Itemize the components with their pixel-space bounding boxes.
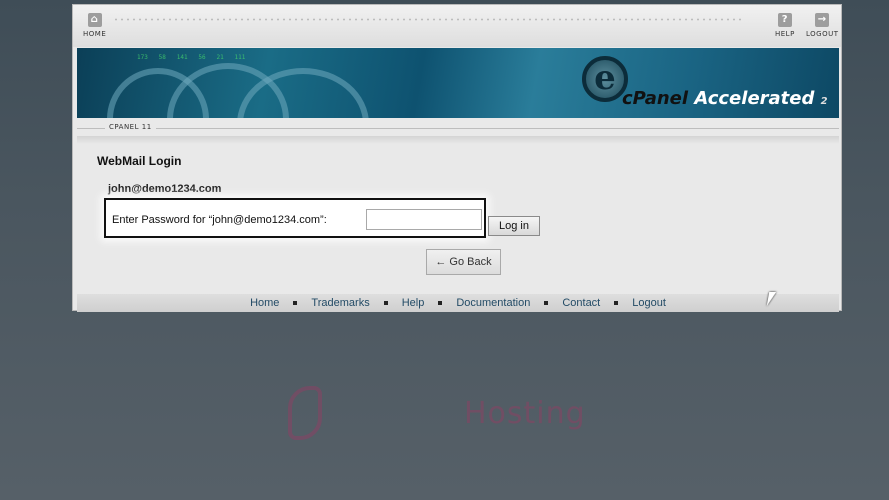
cpanel-banner: 173 58 141 56 21 111 e cPanel Accelerate…	[77, 48, 839, 118]
footer-link-logout[interactable]: Logout	[632, 297, 666, 309]
footer-link-help[interactable]: Help	[402, 297, 425, 309]
login-button[interactable]: Log in	[488, 216, 540, 236]
help-label: HELP	[775, 30, 795, 38]
footer-link-documentation[interactable]: Documentation	[456, 297, 530, 309]
brand-version: 2	[820, 96, 828, 107]
banner-matrix-text: 173 58 141 56 21 111	[137, 54, 246, 61]
toolbar-dots-divider	[113, 17, 743, 22]
breadcrumb: CPANEL 11	[105, 123, 156, 131]
page-title: WebMail Login	[97, 154, 182, 168]
top-toolbar: ⌂ HOME ? HELP → LOGOUT	[73, 5, 841, 47]
logout-label: LOGOUT	[806, 30, 839, 38]
home-button[interactable]: ⌂ HOME	[83, 13, 106, 38]
footer-separator	[293, 301, 298, 306]
watermark-mark-icon	[288, 386, 322, 440]
password-input[interactable]	[366, 209, 482, 230]
brand-accelerated: Accelerated	[694, 88, 815, 109]
footer-link-contact[interactable]: Contact	[562, 297, 600, 309]
footer-link-trademarks[interactable]: Trademarks	[311, 297, 369, 309]
home-label: HOME	[83, 30, 107, 38]
footer-link-home[interactable]: Home	[250, 297, 279, 309]
footer-separator	[614, 301, 619, 306]
help-icon: ?	[777, 13, 792, 27]
logout-button[interactable]: → LOGOUT	[806, 13, 839, 38]
cpanel-window: ⌂ HOME ? HELP → LOGOUT 173 58 141 56 21 …	[72, 4, 842, 312]
password-highlight-box: Enter Password for “john@demo1234.com”:	[104, 198, 486, 238]
footer-nav: Home Trademarks Help Documentation Contact Lo…	[77, 297, 839, 309]
footer-separator	[544, 301, 549, 306]
help-button[interactable]: ? HELP	[775, 13, 795, 38]
breadcrumb-bar: CPANEL 11	[77, 121, 839, 135]
brand-cpanel: cPanel	[622, 88, 689, 109]
footer-bar: Home Trademarks Help Documentation Contact Lo…	[77, 294, 839, 312]
go-back-button[interactable]: ← Go Back	[426, 249, 501, 275]
cpanel-brand: cPanel Accelerated 2	[622, 88, 828, 109]
breadcrumb-divider	[77, 128, 839, 129]
password-label: Enter Password for “john@demo1234.com”:	[112, 214, 327, 226]
footer-separator	[438, 301, 443, 306]
footer-separator	[383, 301, 388, 306]
logout-icon: →	[815, 13, 830, 27]
content-header-shade	[77, 136, 839, 144]
watermark-logo: Hosting	[288, 386, 603, 442]
watermark-text: Hosting	[464, 396, 586, 431]
home-icon: ⌂	[87, 13, 102, 27]
account-email: john@demo1234.com	[108, 183, 222, 195]
